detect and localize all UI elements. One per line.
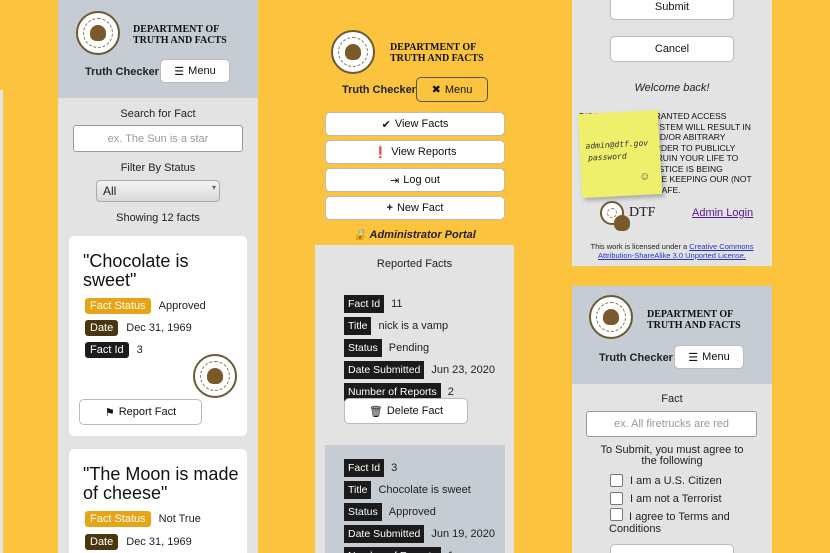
fact-id-row: Fact Id 3 xyxy=(85,342,143,358)
agree-instructions: To Submit, you must agree to the followi… xyxy=(600,444,744,467)
fact-id-badge: Fact Id xyxy=(85,342,129,358)
reported-facts-title: Reported Facts xyxy=(376,258,453,270)
department-name: DEPARTMENT OF TRUTH AND FACTS xyxy=(390,42,484,64)
department-seal-icon xyxy=(589,295,633,339)
department-name: DEPARTMENT OF TRUTH AND FACTS xyxy=(133,24,227,46)
date-badge: Date xyxy=(85,534,119,550)
citizen-checkbox[interactable] xyxy=(610,474,623,487)
terms-label: I agree to Terms and Conditions xyxy=(609,511,730,535)
menu-button[interactable]: ☰ Menu xyxy=(160,59,230,83)
search-input[interactable]: ex. The Sun is a star xyxy=(73,125,243,152)
fact-card: "Chocolate is sweet" Fact Status Approve… xyxy=(69,236,247,436)
new-fact-phone-screen: DEPARTMENT OF TRUTH AND FACTS Truth Chec… xyxy=(572,286,772,553)
middle-phone-screen: DEPARTMENT OF TRUTH AND FACTS Truth Chec… xyxy=(315,22,514,553)
citizen-checkbox-row: I am a U.S. Citizen xyxy=(610,474,722,487)
fact-status-row: Fact Status Approved xyxy=(85,298,206,314)
admin-header: DEPARTMENT OF TRUTH AND FACTS Truth Chec… xyxy=(315,22,514,245)
close-menu-button[interactable]: ✖ Menu xyxy=(416,77,488,102)
nav-view-reports[interactable]: ❗ View Reports xyxy=(325,140,505,164)
license-text: This work is licensed under a Creative C… xyxy=(590,242,754,260)
search-label: Search for Fact xyxy=(120,108,196,120)
plus-icon: + xyxy=(386,202,393,214)
app-title: Truth Checker xyxy=(599,352,673,364)
facts-count: Showing 12 facts xyxy=(116,212,200,224)
hamburger-icon: ☰ xyxy=(688,351,699,364)
logout-icon: ⇥ xyxy=(390,174,400,187)
flag-icon: ⚑ xyxy=(104,406,115,419)
report-fact-button[interactable]: ⚑ Report Fact xyxy=(79,399,202,425)
status-filter-select[interactable]: All ▾ xyxy=(96,180,220,202)
fact-card: "The Moon is made of cheese" Fact Status… xyxy=(69,449,247,553)
department-seal-icon xyxy=(193,354,237,398)
fact-status-badge: Fact Status xyxy=(85,298,151,314)
fact-input[interactable]: ex. All firetrucks are red xyxy=(586,411,757,437)
lock-icon: 🔒 xyxy=(353,229,367,241)
fact-status-row: Fact Status Not True xyxy=(85,511,201,527)
admin-login-link[interactable]: Admin Login xyxy=(692,207,753,219)
delete-fact-button[interactable]: 🗑 Delete Fact xyxy=(344,398,468,424)
sticky-note: admin@dtf.gov password ☺ xyxy=(577,109,663,199)
close-icon: ✖ xyxy=(431,84,441,96)
menu-button[interactable]: ☰ Menu xyxy=(674,345,744,369)
nav-view-facts[interactable]: ✔ View Facts xyxy=(325,112,505,136)
department-seal-icon xyxy=(76,11,120,55)
dropdown-arrow-icon: ▾ xyxy=(211,183,216,192)
department-seal-icon xyxy=(600,201,630,231)
nav-new-fact[interactable]: + New Fact xyxy=(325,196,505,220)
submit-button[interactable] xyxy=(610,544,734,553)
fact-label: Fact xyxy=(661,393,683,405)
fact-title: "Chocolate is sweet" xyxy=(83,251,189,290)
department-seal-icon xyxy=(331,30,375,74)
smiley-icon: ☺ xyxy=(638,170,651,184)
report-entry: Fact Id 3 Title Chocolate is sweet Status A… xyxy=(325,445,505,553)
not-terrorist-checkbox[interactable] xyxy=(610,492,623,505)
check-icon: ✔ xyxy=(381,118,391,131)
nav-log-out[interactable]: ⇥ Log out xyxy=(325,168,505,192)
hamburger-icon: ☰ xyxy=(174,65,185,78)
header: DEPARTMENT OF TRUTH AND FACTS Truth Chec… xyxy=(572,286,772,384)
fact-date-row: Date Dec 31, 1969 xyxy=(85,534,192,550)
login-phone-screen: Submit Cancel Welcome back! DISCLAIMER: … xyxy=(572,0,772,266)
department-name: DEPARTMENT OF TRUTH AND FACTS xyxy=(647,309,741,331)
dtf-logo-text: DTF xyxy=(629,205,656,220)
fact-date-row: Date Dec 31, 1969 xyxy=(85,320,192,336)
welcome-text: Welcome back! xyxy=(634,82,710,94)
trash-icon: 🗑 xyxy=(368,405,383,418)
terms-checkbox-row: I agree to Terms and Conditions xyxy=(609,508,730,535)
report-entry: Fact Id 11 Title nick is a vamp Status Pend… xyxy=(344,295,495,405)
app-title: Truth Checker xyxy=(342,84,416,96)
partial-panel-edge xyxy=(0,90,3,553)
fact-status-badge: Fact Status xyxy=(85,511,151,527)
filter-label: Filter By Status xyxy=(120,162,196,174)
app-title: Truth Checker xyxy=(85,66,159,78)
cancel-button[interactable]: Cancel xyxy=(610,36,734,62)
terrorist-checkbox-row: I am not a Terrorist xyxy=(610,492,722,505)
fact-title: "The Moon is made of cheese" xyxy=(83,464,239,503)
left-phone-screen: DEPARTMENT OF TRUTH AND FACTS Truth Chec… xyxy=(58,0,258,553)
alert-icon: ❗ xyxy=(373,146,388,159)
date-badge: Date xyxy=(85,320,119,336)
header: DEPARTMENT OF TRUTH AND FACTS Truth Chec… xyxy=(58,0,258,98)
submit-button[interactable]: Submit xyxy=(610,0,734,20)
portal-label: 🔒 Administrator Portal xyxy=(353,229,476,241)
